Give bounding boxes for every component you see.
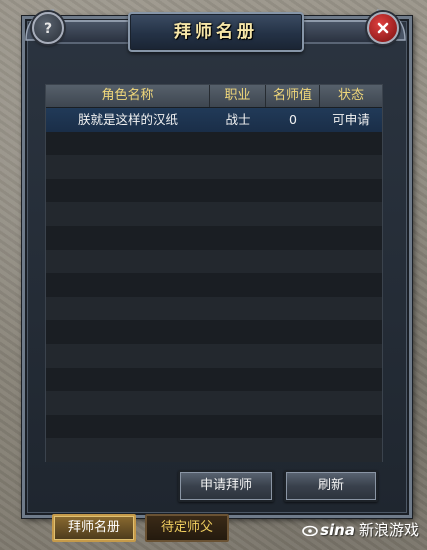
empty-row[interactable]	[46, 343, 382, 368]
sina-watermark: sina 新浪游戏	[302, 519, 419, 540]
empty-row[interactable]	[46, 438, 382, 462]
column-header-class[interactable]: 职业	[210, 85, 266, 107]
empty-row[interactable]	[46, 367, 382, 392]
column-header-status[interactable]: 状态	[320, 85, 382, 107]
tab-pending-mentor[interactable]: 待定师父	[145, 514, 229, 542]
watermark-text: 新浪游戏	[358, 521, 419, 539]
empty-row[interactable]	[46, 225, 382, 250]
empty-row[interactable]	[46, 320, 382, 344]
cell-class: 战士	[225, 112, 251, 127]
column-header-name[interactable]: 角色名称	[46, 85, 210, 107]
cell-mentor-value: 0	[289, 112, 297, 127]
watermark-logo: sina	[320, 520, 355, 539]
table-body: 朕就是这样的汉纸 战士 0 可申请	[46, 108, 382, 462]
empty-row[interactable]	[46, 178, 382, 203]
help-button[interactable]: ?	[32, 12, 64, 44]
empty-row[interactable]	[46, 414, 382, 439]
empty-row[interactable]	[46, 391, 382, 415]
question-icon: ?	[44, 21, 52, 36]
sina-eye-icon	[302, 525, 318, 536]
title-bar: 拜师名册	[28, 6, 398, 52]
empty-row[interactable]	[46, 155, 382, 179]
cell-name: 朕就是这样的汉纸	[77, 112, 178, 127]
refresh-button[interactable]: 刷新	[284, 470, 378, 502]
empty-row[interactable]	[46, 273, 382, 297]
window-title: 拜师名册	[174, 22, 258, 42]
table-header: 角色名称 职业 名师值 状态	[46, 85, 382, 108]
svg-text:?: ?	[44, 21, 52, 36]
table-row[interactable]: 朕就是这样的汉纸 战士 0 可申请	[46, 108, 382, 132]
empty-row[interactable]	[46, 249, 382, 274]
cell-status: 可申请	[332, 112, 370, 127]
empty-row[interactable]	[46, 296, 382, 321]
close-icon	[377, 22, 389, 34]
close-button[interactable]	[367, 12, 399, 44]
empty-row[interactable]	[46, 131, 382, 156]
tab-mentor-list[interactable]: 拜师名册	[52, 514, 136, 542]
empty-row[interactable]	[46, 202, 382, 226]
mentor-table: 角色名称 职业 名师值 状态 朕就是这样的汉纸 战士 0 可申请	[45, 84, 383, 462]
title-wing-right	[296, 20, 376, 44]
apply-mentor-button[interactable]: 申请拜师	[178, 470, 274, 502]
column-header-mentor-value[interactable]: 名师值	[266, 85, 320, 107]
